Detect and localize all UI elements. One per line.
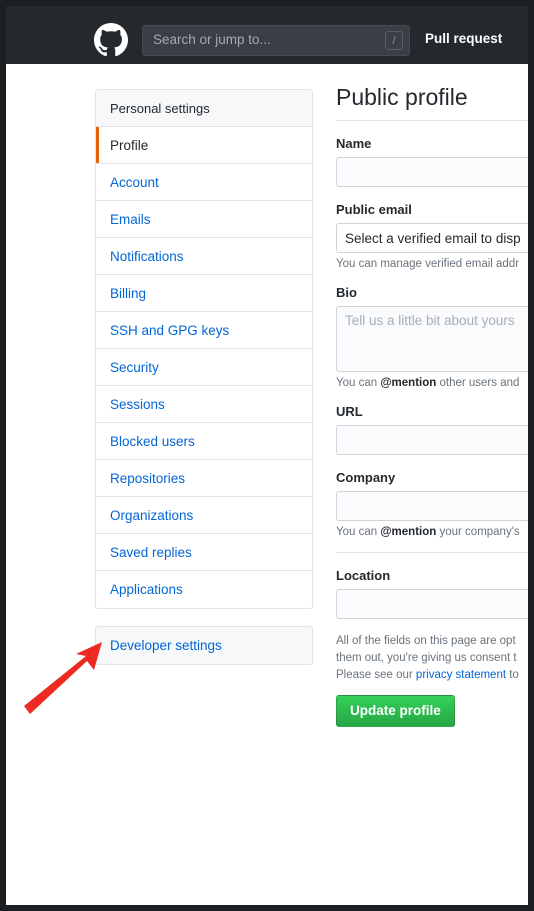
bio-placeholder: Tell us a little bit about yours xyxy=(345,313,515,328)
bio-help: You can @mention other users and xyxy=(336,377,528,389)
sidebar-item-notifications[interactable]: Notifications xyxy=(96,238,312,275)
sidebar-item-billing[interactable]: Billing xyxy=(96,275,312,312)
sidebar-item-label: Applications xyxy=(110,582,183,597)
search-placeholder: Search or jump to... xyxy=(153,32,271,47)
sidebar-item-label: Blocked users xyxy=(110,434,195,449)
sidebar-item-account[interactable]: Account xyxy=(96,164,312,201)
site-header: Search or jump to... / Pull request xyxy=(6,6,528,64)
name-label: Name xyxy=(336,136,372,151)
company-help-mention: @mention xyxy=(380,526,437,538)
bio-help-suffix: other users and xyxy=(436,377,520,389)
sidebar-item-emails[interactable]: Emails xyxy=(96,201,312,238)
personal-settings-menu: Personal settings Profile Account Emails… xyxy=(95,89,313,609)
sidebar-item-label: Emails xyxy=(110,212,151,227)
sidebar-item-saved-replies[interactable]: Saved replies xyxy=(96,534,312,571)
developer-settings-menu: Developer settings xyxy=(95,626,313,665)
search-shortcut-badge: / xyxy=(385,31,403,50)
section-divider xyxy=(336,552,528,553)
sidebar-item-label: Account xyxy=(110,175,159,190)
bio-help-prefix: You can xyxy=(336,377,381,389)
consent-line-3: Please see our privacy statement to xyxy=(336,667,528,684)
consent-line-3-suffix: to xyxy=(506,669,519,681)
company-field[interactable] xyxy=(336,491,528,521)
location-field[interactable] xyxy=(336,589,528,619)
sidebar-item-label: Profile xyxy=(110,138,149,153)
browser-window: Search or jump to... / Pull request Pers… xyxy=(0,0,534,911)
consent-line-1: All of the fields on this page are opt xyxy=(336,635,516,647)
sidebar-item-repositories[interactable]: Repositories xyxy=(96,460,312,497)
public-profile-form: Public profile Name Public email Select … xyxy=(336,84,528,727)
public-email-label: Public email xyxy=(336,202,412,217)
bio-field[interactable]: Tell us a little bit about yours xyxy=(336,306,528,372)
privacy-statement-link[interactable]: privacy statement xyxy=(416,669,506,681)
name-field[interactable] xyxy=(336,157,528,187)
nav-item-pull-requests[interactable]: Pull request xyxy=(425,31,502,46)
url-field[interactable] xyxy=(336,425,528,455)
sidebar-item-label: Saved replies xyxy=(110,545,192,560)
company-help-suffix: your company's xyxy=(436,526,520,538)
sidebar-item-profile[interactable]: Profile xyxy=(96,127,312,164)
company-help: You can @mention your company's xyxy=(336,526,528,538)
consent-line-2: them out, you're giving us consent t xyxy=(336,652,517,664)
sidebar-item-label: Repositories xyxy=(110,471,186,486)
sidebar-item-label: Organizations xyxy=(110,508,194,523)
sidebar-item-ssh-and-gpg-keys[interactable]: SSH and GPG keys xyxy=(96,312,312,349)
sidebar-item-label: Security xyxy=(110,360,159,375)
page-body: Personal settings Profile Account Emails… xyxy=(6,64,528,905)
sidebar-item-blocked-users[interactable]: Blocked users xyxy=(96,423,312,460)
sidebar-item-sessions[interactable]: Sessions xyxy=(96,386,312,423)
sidebar-heading: Personal settings xyxy=(96,90,312,127)
sidebar-item-label: Billing xyxy=(110,286,147,301)
company-help-prefix: You can xyxy=(336,526,381,538)
sidebar-item-applications[interactable]: Applications xyxy=(96,571,312,608)
consent-line-3-prefix: Please see our xyxy=(336,669,416,681)
consent-disclaimer: All of the fields on this page are opt t… xyxy=(336,633,528,684)
update-profile-button[interactable]: Update profile xyxy=(336,695,455,727)
sidebar-item-label: SSH and GPG keys xyxy=(110,323,230,338)
public-email-help: You can manage verified email addr xyxy=(336,258,520,270)
page-title: Public profile xyxy=(336,84,528,121)
sidebar-item-label: Notifications xyxy=(110,249,184,264)
public-email-select[interactable]: Select a verified email to disp xyxy=(336,223,528,253)
sidebar-item-organizations[interactable]: Organizations xyxy=(96,497,312,534)
company-label: Company xyxy=(336,470,396,485)
bio-help-mention: @mention xyxy=(380,377,437,389)
search-input[interactable]: Search or jump to... / xyxy=(142,25,410,56)
location-label: Location xyxy=(336,568,391,583)
github-mark-icon[interactable] xyxy=(94,23,128,57)
bio-label: Bio xyxy=(336,285,357,300)
sidebar-item-label: Sessions xyxy=(110,397,165,412)
sidebar-item-security[interactable]: Security xyxy=(96,349,312,386)
sidebar-item-developer-settings[interactable]: Developer settings xyxy=(96,627,312,664)
settings-sidebar: Personal settings Profile Account Emails… xyxy=(95,89,313,665)
url-label: URL xyxy=(336,404,363,419)
